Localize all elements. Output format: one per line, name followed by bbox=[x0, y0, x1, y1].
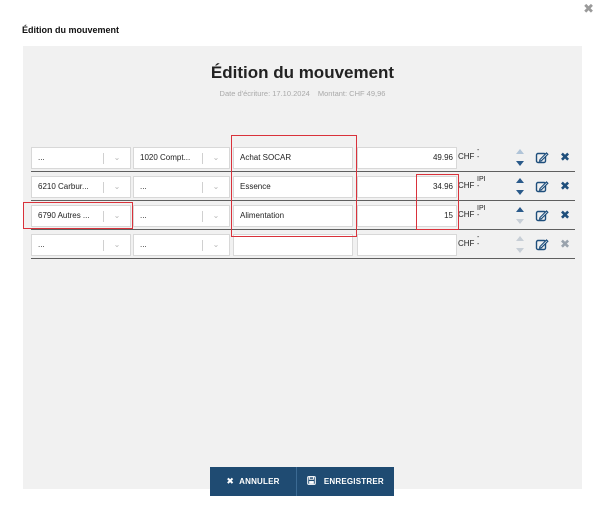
edit-icon[interactable] bbox=[535, 180, 549, 194]
arrow-up-icon[interactable] bbox=[516, 178, 524, 183]
amount-input[interactable]: 34.96 bbox=[357, 176, 457, 198]
debit-account-value: 6790 Autres ... bbox=[38, 211, 90, 220]
credit-account-value: ... bbox=[140, 211, 147, 220]
delete-icon[interactable]: ✖ bbox=[558, 150, 572, 164]
save-label: ENREGISTRER bbox=[323, 477, 384, 486]
amount-input[interactable] bbox=[357, 234, 457, 256]
credit-account-value: ... bbox=[140, 240, 147, 249]
debit-account-select[interactable]: 6210 Carbur... ⌄ bbox=[31, 176, 131, 198]
close-icon: ✖ bbox=[226, 476, 235, 486]
debit-account-value: ... bbox=[38, 240, 45, 249]
entry-date: Date d'écriture: 17.10.2024 bbox=[219, 89, 310, 98]
currency-code: CHF bbox=[458, 181, 475, 190]
edit-panel: Édition du mouvement Date d'écriture: 17… bbox=[23, 46, 582, 489]
credit-account-select[interactable]: ... ⌄ bbox=[133, 234, 230, 256]
label-input[interactable]: Essence bbox=[233, 176, 353, 198]
arrow-down-icon[interactable] bbox=[516, 161, 524, 166]
credit-account-select[interactable]: ... ⌄ bbox=[133, 176, 230, 198]
credit-account-value: 1020 Compt... bbox=[140, 153, 191, 162]
page-title: Édition du mouvement bbox=[210, 63, 395, 82]
chevron-down-icon[interactable]: ⌄ bbox=[110, 177, 124, 197]
save-button[interactable]: ENREGISTRER bbox=[296, 467, 394, 496]
edit-icon[interactable] bbox=[535, 238, 549, 252]
chevron-down-icon[interactable]: ⌄ bbox=[110, 235, 124, 255]
chevron-down-icon[interactable]: ⌄ bbox=[209, 206, 223, 226]
label-input[interactable] bbox=[233, 234, 353, 256]
cancel-label: ANNULER bbox=[239, 477, 280, 486]
entry-row: ... ⌄ 1020 Compt... ⌄ Achat SOCAR 49.96 … bbox=[31, 144, 575, 172]
reorder-arrows[interactable] bbox=[515, 235, 525, 255]
currency-code: CHF bbox=[458, 152, 475, 161]
arrow-up-icon[interactable] bbox=[516, 236, 524, 241]
tax-code-secondary: - bbox=[477, 212, 480, 219]
debit-account-select[interactable]: 6790 Autres ... ⌄ bbox=[31, 205, 131, 227]
chevron-down-icon[interactable]: ⌄ bbox=[209, 177, 223, 197]
delete-icon[interactable]: ✖ bbox=[558, 208, 572, 222]
credit-account-select[interactable]: 1020 Compt... ⌄ bbox=[133, 147, 230, 169]
cancel-button[interactable]: ✖ ANNULER bbox=[210, 467, 296, 496]
credit-account-value: ... bbox=[140, 182, 147, 191]
currency-code: CHF bbox=[458, 210, 475, 219]
tax-code-secondary: - bbox=[477, 154, 480, 161]
tax-code-secondary: - bbox=[477, 241, 480, 248]
amount-input[interactable]: 15 bbox=[357, 205, 457, 227]
chevron-down-icon[interactable]: ⌄ bbox=[209, 235, 223, 255]
label-input[interactable]: Alimentation bbox=[233, 205, 353, 227]
label-input[interactable]: Achat SOCAR bbox=[233, 147, 353, 169]
debit-account-select[interactable]: ... ⌄ bbox=[31, 147, 131, 169]
arrow-down-icon[interactable] bbox=[516, 190, 524, 195]
window-title: Édition du mouvement bbox=[22, 25, 120, 35]
currency-code: CHF bbox=[458, 239, 475, 248]
arrow-up-icon[interactable] bbox=[516, 149, 524, 154]
debit-account-select[interactable]: ... ⌄ bbox=[31, 234, 131, 256]
debit-account-value: 6210 Carbur... bbox=[38, 182, 89, 191]
credit-account-select[interactable]: ... ⌄ bbox=[133, 205, 230, 227]
tax-code-secondary: - bbox=[477, 183, 480, 190]
reorder-arrows[interactable] bbox=[515, 206, 525, 226]
reorder-arrows[interactable] bbox=[515, 177, 525, 197]
arrow-down-icon[interactable] bbox=[516, 219, 524, 224]
amount-input[interactable]: 49.96 bbox=[357, 147, 457, 169]
chevron-down-icon[interactable]: ⌄ bbox=[110, 206, 124, 226]
edit-icon[interactable] bbox=[535, 151, 549, 165]
delete-icon[interactable]: ✖ bbox=[558, 237, 572, 251]
entry-amount: Montant: CHF 49,96 bbox=[317, 89, 386, 98]
reorder-arrows[interactable] bbox=[515, 148, 525, 168]
chevron-down-icon[interactable]: ⌄ bbox=[209, 148, 223, 168]
floppy-disk-icon bbox=[307, 476, 319, 486]
entry-row: 6790 Autres ... ⌄ ... ⌄ Alimentation 15 … bbox=[31, 202, 575, 230]
edit-icon[interactable] bbox=[535, 209, 549, 223]
entry-row: ... ⌄ ... ⌄ CHF - - ✖ bbox=[31, 231, 575, 259]
chevron-down-icon[interactable]: ⌄ bbox=[110, 148, 124, 168]
arrow-down-icon[interactable] bbox=[516, 248, 524, 253]
arrow-up-icon[interactable] bbox=[516, 207, 524, 212]
debit-account-value: ... bbox=[38, 153, 45, 162]
delete-icon[interactable]: ✖ bbox=[558, 179, 572, 193]
close-icon[interactable]: ✖ bbox=[583, 1, 594, 17]
entry-row: 6210 Carbur... ⌄ ... ⌄ Essence 34.96 CHF… bbox=[31, 173, 575, 201]
entry-summary: Date d'écriture: 17.10.2024 Montant: CHF… bbox=[23, 89, 582, 98]
